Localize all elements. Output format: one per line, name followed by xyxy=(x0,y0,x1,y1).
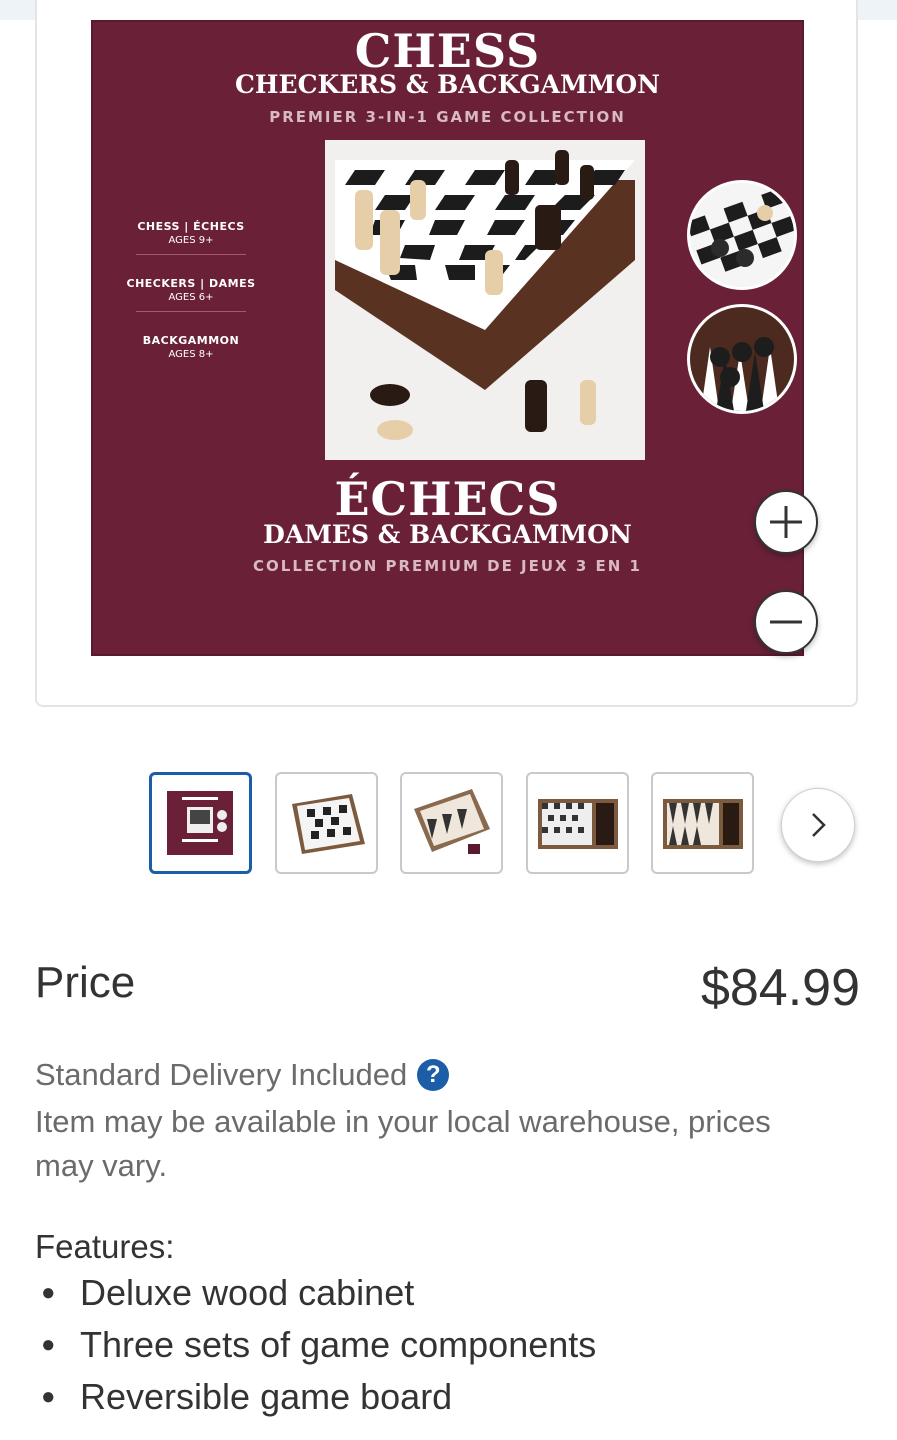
list-item: ● Three sets of game components xyxy=(41,1324,597,1365)
warehouse-note: Item may be available in your local ware… xyxy=(35,1104,771,1183)
thumbnail-open-case-backgammon[interactable] xyxy=(651,772,754,874)
features-title: Features: xyxy=(35,1228,175,1265)
zoom-in-button[interactable] xyxy=(754,490,818,554)
thumbnail-chessboard[interactable] xyxy=(275,772,378,874)
thumbnail-backgammon[interactable] xyxy=(400,772,503,874)
box-game-item: BACKGAMMON AGES 8+ xyxy=(142,334,240,360)
delivery-text: Standard Delivery Included xyxy=(35,1057,408,1092)
price-label: Price xyxy=(35,958,136,1007)
box-tagline-en: PREMIER 3-IN-1 GAME COLLECTION xyxy=(269,108,626,126)
chevron-right-icon xyxy=(812,813,826,837)
box-subtitle-fr: DAMES & BACKGAMMON xyxy=(263,520,632,549)
product-box-image: CHESS CHECKERS & BACKGAMMON PREMIER 3-IN… xyxy=(91,20,804,656)
box-title-fr: ÉCHECS xyxy=(334,472,561,526)
box-game-list: CHESS | ÉCHECS AGES 9+ CHECKERS | DAMES … xyxy=(121,220,261,382)
box-subtitle-en: CHECKERS & BACKGAMMON xyxy=(235,70,660,99)
list-item: ● Deluxe wood cabinet xyxy=(41,1272,415,1313)
list-item: ● Reversible game board xyxy=(41,1376,453,1417)
backgammon-circle-icon xyxy=(687,304,797,414)
box-tagline-fr: COLLECTION PREMIUM DE JEUX 3 EN 1 xyxy=(253,557,642,575)
product-image-viewer[interactable]: CHESS CHECKERS & BACKGAMMON PREMIER 3-IN… xyxy=(35,0,858,707)
thumbnail-box-front[interactable] xyxy=(149,772,252,874)
thumbnail-next-button[interactable] xyxy=(781,788,855,862)
help-icon[interactable]: ? xyxy=(417,1059,450,1091)
box-game-item: CHECKERS | DAMES AGES 6+ xyxy=(121,277,261,312)
minus-icon xyxy=(770,620,802,624)
chessboard-photo xyxy=(325,140,645,460)
plus-icon xyxy=(770,506,802,538)
features-list: ● Deluxe wood cabinet ● Three sets of game… xyxy=(35,1272,596,1428)
zoom-out-button[interactable] xyxy=(754,590,818,654)
checkers-circle-icon xyxy=(687,180,797,290)
box-game-item: CHESS | ÉCHECS AGES 9+ xyxy=(121,220,261,255)
delivery-info: Standard Delivery Included ? xyxy=(35,1057,450,1093)
price-value: $84.99 xyxy=(700,959,860,1017)
thumbnail-open-case-chess[interactable] xyxy=(526,772,629,874)
